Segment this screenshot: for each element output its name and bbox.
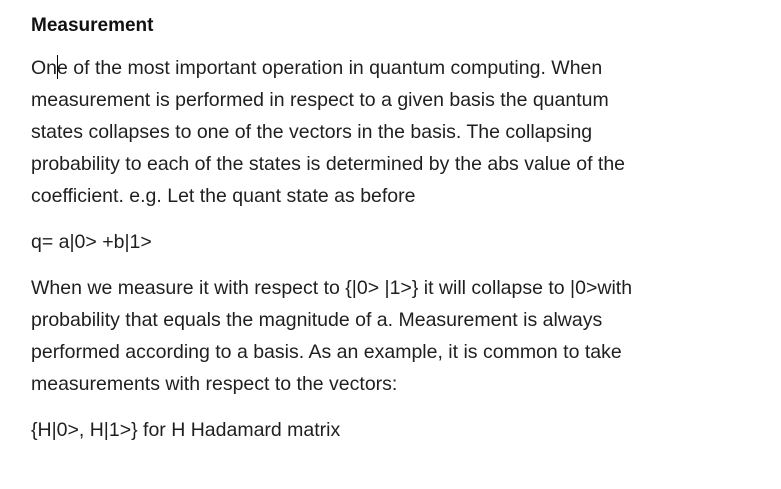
basis-example-line: {H|0>, H|1>} for H Hadamard matrix xyxy=(31,419,341,441)
paragraph-measurement-line-1: When we measure it with respect to {|0> … xyxy=(31,277,633,299)
paragraph-measurement-line-4: measurements with respect to the vectors… xyxy=(31,373,398,395)
document-heading: Measurement xyxy=(31,15,154,36)
document-page[interactable]: Measurement One of the most important op… xyxy=(31,12,761,460)
equation-line: q= a|0> +b|1> xyxy=(31,231,152,253)
paragraph-intro-line-3: states collapses to one of the vectors i… xyxy=(31,121,593,143)
paragraph-intro-line-5: coefficient. e.g. Let the quant state as… xyxy=(31,185,416,207)
paragraph-intro-line-2: measurement is performed in respect to a… xyxy=(31,89,609,111)
paragraph-measurement[interactable]: When we measure it with respect to {|0> … xyxy=(31,272,761,400)
text-after-caret: e of the most important operation in qua… xyxy=(57,57,603,79)
paragraph-measurement-line-2: probability that equals the magnitude of… xyxy=(31,309,603,331)
paragraph-intro-line-1[interactable]: One of the most important operation in q… xyxy=(31,52,761,84)
text-before-caret: On xyxy=(31,57,58,79)
paragraph-measurement-line-3: performed according to a basis. As an ex… xyxy=(31,341,622,363)
paragraph-intro[interactable]: One of the most important operation in q… xyxy=(31,52,761,212)
paragraph-intro-line-4: probability to each of the states is det… xyxy=(31,153,626,175)
